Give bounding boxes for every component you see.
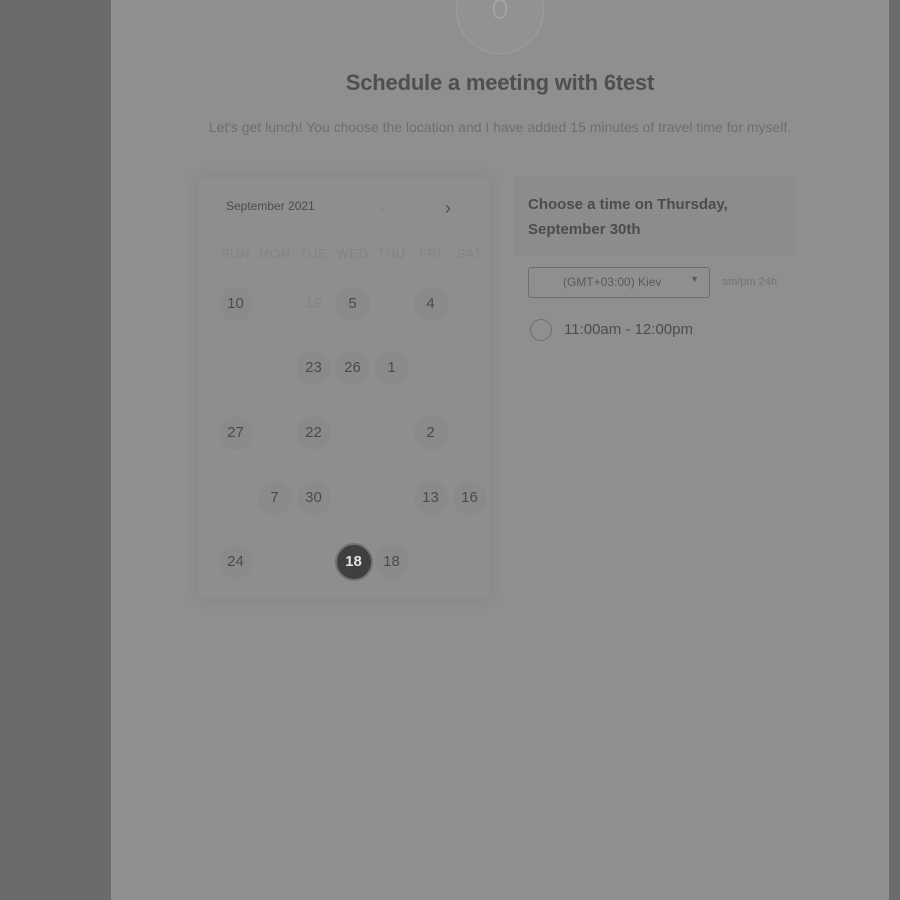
calendar-card (198, 178, 490, 598)
calendar-day[interactable]: 1 (374, 351, 409, 385)
timezone-value: (GMT+03:00) Kiev (563, 275, 662, 289)
time-slot-radio[interactable] (530, 319, 552, 341)
calendar-day[interactable]: 23 (296, 351, 331, 385)
timezone-select[interactable]: (GMT+03:00) Kiev ▼ (528, 267, 710, 298)
calendar-day[interactable]: 2 (413, 416, 448, 450)
weekday-tue: TUE (299, 246, 328, 261)
calendar-day[interactable]: 18 (334, 543, 373, 581)
calendar-day[interactable]: 16 (452, 481, 487, 515)
calendar-day[interactable]: 30 (296, 481, 331, 515)
calendar-day[interactable]: 26 (335, 351, 370, 385)
weekday-fri: FRI (419, 246, 442, 261)
time-panel-title: Choose a time on Thursday, September 30t… (528, 196, 728, 238)
calendar-day[interactable]: 13 (413, 481, 448, 515)
weekday-sun: SUN (221, 246, 250, 261)
calendar-day[interactable]: 7 (257, 481, 292, 515)
page-subtitle: Let's get lunch! You choose the location… (208, 119, 792, 135)
prev-month-icon[interactable]: ‹ (374, 198, 394, 218)
page-title: Schedule a meeting with 6test (345, 70, 655, 95)
weekday-mon: MON (258, 246, 291, 261)
calendar-day[interactable]: 10 (218, 287, 253, 321)
calendar-day[interactable]: 24 (218, 545, 253, 579)
time-slot-label[interactable]: 11:00am - 12:00pm (564, 321, 693, 338)
calendar-day[interactable]: 18 (374, 545, 409, 579)
next-month-icon[interactable]: › (438, 198, 458, 218)
calendar-day: 19 (305, 295, 322, 312)
microphone-icon (493, 0, 507, 19)
dropdown-caret-icon: ▼ (690, 274, 699, 284)
calendar-day[interactable]: 4 (413, 287, 448, 321)
calendar-day[interactable]: 5 (335, 287, 370, 321)
overlay-strip (889, 0, 900, 900)
weekday-sat: SAT (456, 246, 483, 261)
month-label: September 2021 (226, 199, 315, 213)
calendar-day[interactable]: 22 (296, 416, 331, 450)
calendar-day[interactable]: 27 (218, 416, 253, 450)
weekday-wed: WED (336, 246, 369, 261)
time-format-toggle[interactable]: am/pm 24h (722, 276, 777, 288)
weekday-thu: THU (377, 246, 406, 261)
